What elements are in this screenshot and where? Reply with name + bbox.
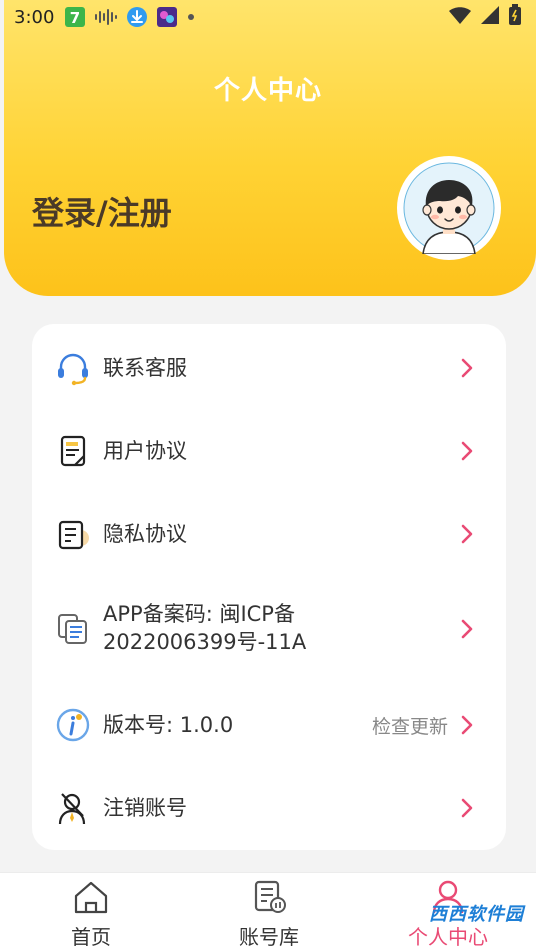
chevron-right-icon xyxy=(461,524,473,544)
status-right xyxy=(448,3,522,31)
watermark: 西西软件园 xyxy=(429,904,524,925)
page: 3:00 7 个人中心 登录/注册 联系客服 用户协议 隐私协议 APP备案码:… xyxy=(0,0,536,949)
download-icon xyxy=(126,6,148,28)
notification-7-icon: 7 xyxy=(64,6,86,28)
nav-home[interactable]: 首页 xyxy=(21,873,161,949)
wifi-icon xyxy=(448,5,472,30)
home-icon xyxy=(70,877,112,917)
icp-line-2: 2022006399号-11A xyxy=(103,630,307,654)
status-bar: 3:00 7 xyxy=(0,0,536,34)
chevron-right-icon xyxy=(461,358,473,378)
menu-label-version: 版本号: 1.0.0 xyxy=(103,713,234,737)
menu-item-user-agreement[interactable]: 用户协议 xyxy=(32,409,506,493)
menu-item-version[interactable]: 版本号: 1.0.0 检查更新 xyxy=(32,683,506,767)
menu-label-privacy-agreement: 隐私协议 xyxy=(103,522,187,546)
copy-doc-icon xyxy=(54,610,92,648)
headset-icon xyxy=(54,349,92,387)
account-library-icon xyxy=(248,877,290,917)
svg-text:7: 7 xyxy=(70,9,80,27)
menu-label-contact-support: 联系客服 xyxy=(103,356,187,380)
menu-item-contact-support[interactable]: 联系客服 xyxy=(32,326,506,410)
boy-avatar-icon xyxy=(403,162,495,254)
battery-icon xyxy=(508,3,522,31)
chevron-right-icon xyxy=(461,441,473,461)
chevron-right-icon xyxy=(461,619,473,639)
menu-label-icp-record: APP备案码: 闽ICP备 2022006399号-11A xyxy=(103,600,306,656)
chevron-right-icon xyxy=(461,798,473,818)
info-icon xyxy=(54,706,92,744)
nav-account-library-label: 账号库 xyxy=(239,925,299,949)
audio-wave-icon xyxy=(94,8,118,26)
privacy-doc-icon xyxy=(54,515,92,553)
icp-line-1: APP备案码: 闽ICP备 xyxy=(103,602,295,626)
menu-item-delete-account[interactable]: 注销账号 xyxy=(32,766,506,850)
menu-item-privacy-agreement[interactable]: 隐私协议 xyxy=(32,492,506,576)
menu-label-delete-account: 注销账号 xyxy=(103,796,187,820)
nav-account-library[interactable]: 账号库 xyxy=(199,873,339,949)
user-cancel-icon xyxy=(54,789,92,827)
signal-icon xyxy=(480,5,500,30)
avatar[interactable] xyxy=(397,156,501,260)
menu-label-user-agreement: 用户协议 xyxy=(103,439,187,463)
login-register-link[interactable]: 登录/注册 xyxy=(32,188,172,234)
dot-icon xyxy=(186,12,196,22)
page-title: 个人中心 xyxy=(213,76,322,106)
chevron-right-icon xyxy=(461,715,473,735)
menu-item-icp-record[interactable]: APP备案码: 闽ICP备 2022006399号-11A xyxy=(32,586,506,672)
menu-card: 联系客服 用户协议 隐私协议 APP备案码: 闽ICP备 2022006399号… xyxy=(32,324,506,850)
document-icon xyxy=(54,432,92,470)
status-time: 3:00 xyxy=(14,6,55,28)
check-update-link[interactable]: 检查更新 xyxy=(372,712,448,739)
app-thumbnail-icon xyxy=(156,6,178,28)
nav-home-label: 首页 xyxy=(71,925,111,949)
